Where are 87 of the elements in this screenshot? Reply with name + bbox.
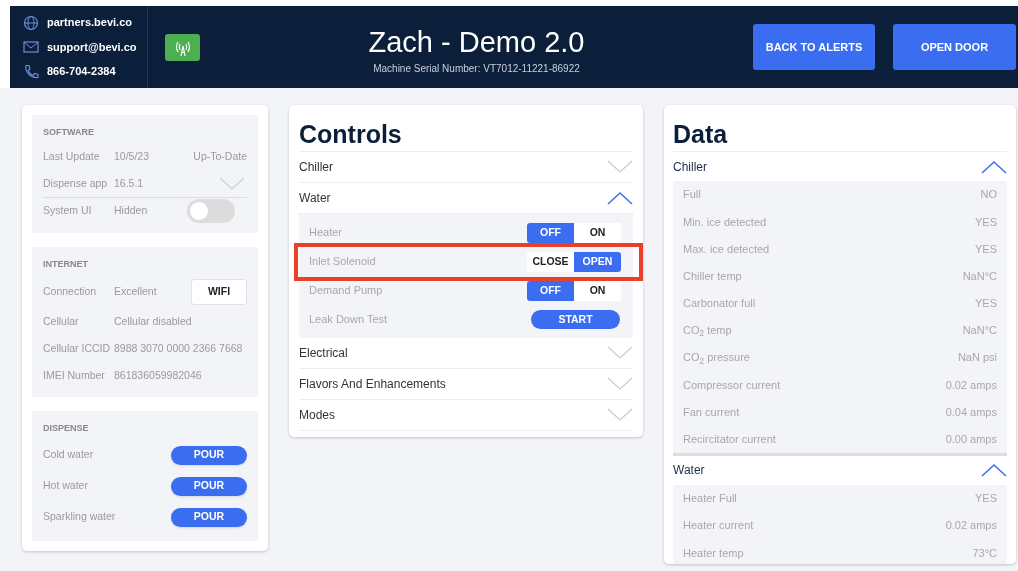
pour-button[interactable]: POUR <box>171 507 247 527</box>
accordion-header[interactable]: Electrical <box>299 338 633 369</box>
row-label: Sparkling water <box>43 509 117 525</box>
row-label: Connection <box>43 283 98 299</box>
control-label: Inlet Solenoid <box>309 254 376 270</box>
control-label: Leak Down Test <box>309 312 388 328</box>
section-heading: SOFTWARE <box>43 126 95 139</box>
data-value: 0.02 amps <box>945 518 997 534</box>
pour-button[interactable]: POUR <box>171 445 247 465</box>
accordion-label: Water <box>299 190 331 207</box>
header-button[interactable]: OPEN DOOR <box>893 24 1016 70</box>
data-value: 0.02 amps <box>945 377 997 393</box>
data-label: Heater Full <box>683 491 737 507</box>
data-value: 0.04 amps <box>945 404 997 420</box>
data-value: YES <box>975 491 997 507</box>
data-value: NaN psi <box>957 350 997 366</box>
accordion-header[interactable]: Chiller <box>299 152 633 183</box>
accordion-header[interactable]: Flavors And Enhancements <box>299 369 633 400</box>
data-label: Min. ice detected <box>683 214 767 230</box>
wifi-button[interactable]: WIFI <box>191 278 247 305</box>
control-label: Demand Pump <box>309 283 383 299</box>
data-label: Carbonator full <box>683 296 756 312</box>
card-title: Controls <box>299 119 633 152</box>
status-text: Up-To-Date <box>193 149 247 165</box>
data-label: Full <box>683 187 701 203</box>
data-label: Fan current <box>683 404 740 420</box>
row-label: Cold water <box>43 447 95 463</box>
data-value: YES <box>975 214 997 230</box>
contact-text[interactable]: partners.bevi.co <box>47 14 132 31</box>
row-value: Excellent <box>114 283 158 299</box>
data-value: YES <box>975 241 997 257</box>
segment-option[interactable]: OFF <box>527 222 574 243</box>
toggle-switch[interactable] <box>187 199 235 223</box>
data-label: Compressor current <box>683 377 781 393</box>
data-value: NaN°C <box>962 323 997 339</box>
accordion-header[interactable]: Chiller <box>673 152 1007 181</box>
accordion-label: Chiller <box>673 158 707 176</box>
row-label: Cellular ICCID <box>43 340 112 356</box>
row-value: Hidden <box>114 203 149 219</box>
accordion-label: Chiller <box>299 159 333 176</box>
data-label: CO$_{2}$ pressure <box>683 350 750 366</box>
data-label: Recircitator current <box>683 432 776 448</box>
card-title: Data <box>673 119 1007 152</box>
phone-icon <box>23 63 39 80</box>
pour-button[interactable]: POUR <box>171 476 247 496</box>
section-heading: DISPENSE <box>43 422 90 435</box>
row-label: Cellular <box>43 313 80 329</box>
row-label: Dispense app <box>43 175 109 191</box>
signal-button[interactable] <box>165 34 200 61</box>
section-heading: INTERNET <box>43 257 89 271</box>
row-label: Last Update <box>43 149 101 165</box>
data-label: CO$_{2}$ temp <box>683 323 732 339</box>
accordion-label: Water <box>673 462 705 480</box>
accordion-label: Electrical <box>299 345 348 362</box>
row-label: IMEI Number <box>43 367 106 383</box>
contact-text[interactable]: support@bevi.co <box>47 38 137 56</box>
segment-option[interactable]: OPEN <box>574 251 621 272</box>
accordion-label: Modes <box>299 407 336 424</box>
row-value: 16.5.1 <box>114 175 145 191</box>
row-value: 10/5/23 <box>114 149 151 165</box>
globe-icon <box>23 14 39 31</box>
header-button[interactable]: BACK TO ALERTS <box>753 24 875 70</box>
serial-number: Machine Serial Number: VT7012-11221-86922 <box>373 61 580 76</box>
segment-option[interactable]: OFF <box>527 280 574 301</box>
data-value: YES <box>975 296 997 312</box>
accordion-label: Flavors And Enhancements <box>299 376 446 393</box>
data-label: Heater temp <box>683 545 744 561</box>
data-label: Chiller temp <box>683 268 742 284</box>
mail-icon <box>23 40 39 54</box>
chevron-down-icon <box>219 176 245 191</box>
row-value: Cellular disabled <box>114 313 193 329</box>
row-label: System UI <box>43 203 93 219</box>
contact-text[interactable]: 866-704-2384 <box>47 63 116 80</box>
row-label: Hot water <box>43 478 89 494</box>
machine-title: Zach - Demo 2.0 <box>368 24 585 59</box>
start-button[interactable]: START <box>531 310 620 329</box>
data-value: NO <box>980 187 997 203</box>
accordion-header[interactable]: Modes <box>299 400 633 431</box>
control-label: Heater <box>309 225 343 241</box>
data-label: Heater current <box>683 518 754 534</box>
data-value: 73°C <box>972 545 997 561</box>
row-value: 861836059982046 <box>114 367 203 383</box>
data-label: Max. ice detected <box>683 241 770 257</box>
data-value: NaN°C <box>962 268 997 284</box>
data-value: 0.00 amps <box>945 432 997 448</box>
row-value: 8988 3070 0000 2366 7668 <box>114 340 244 356</box>
accordion-header[interactable]: Water <box>673 455 1007 485</box>
